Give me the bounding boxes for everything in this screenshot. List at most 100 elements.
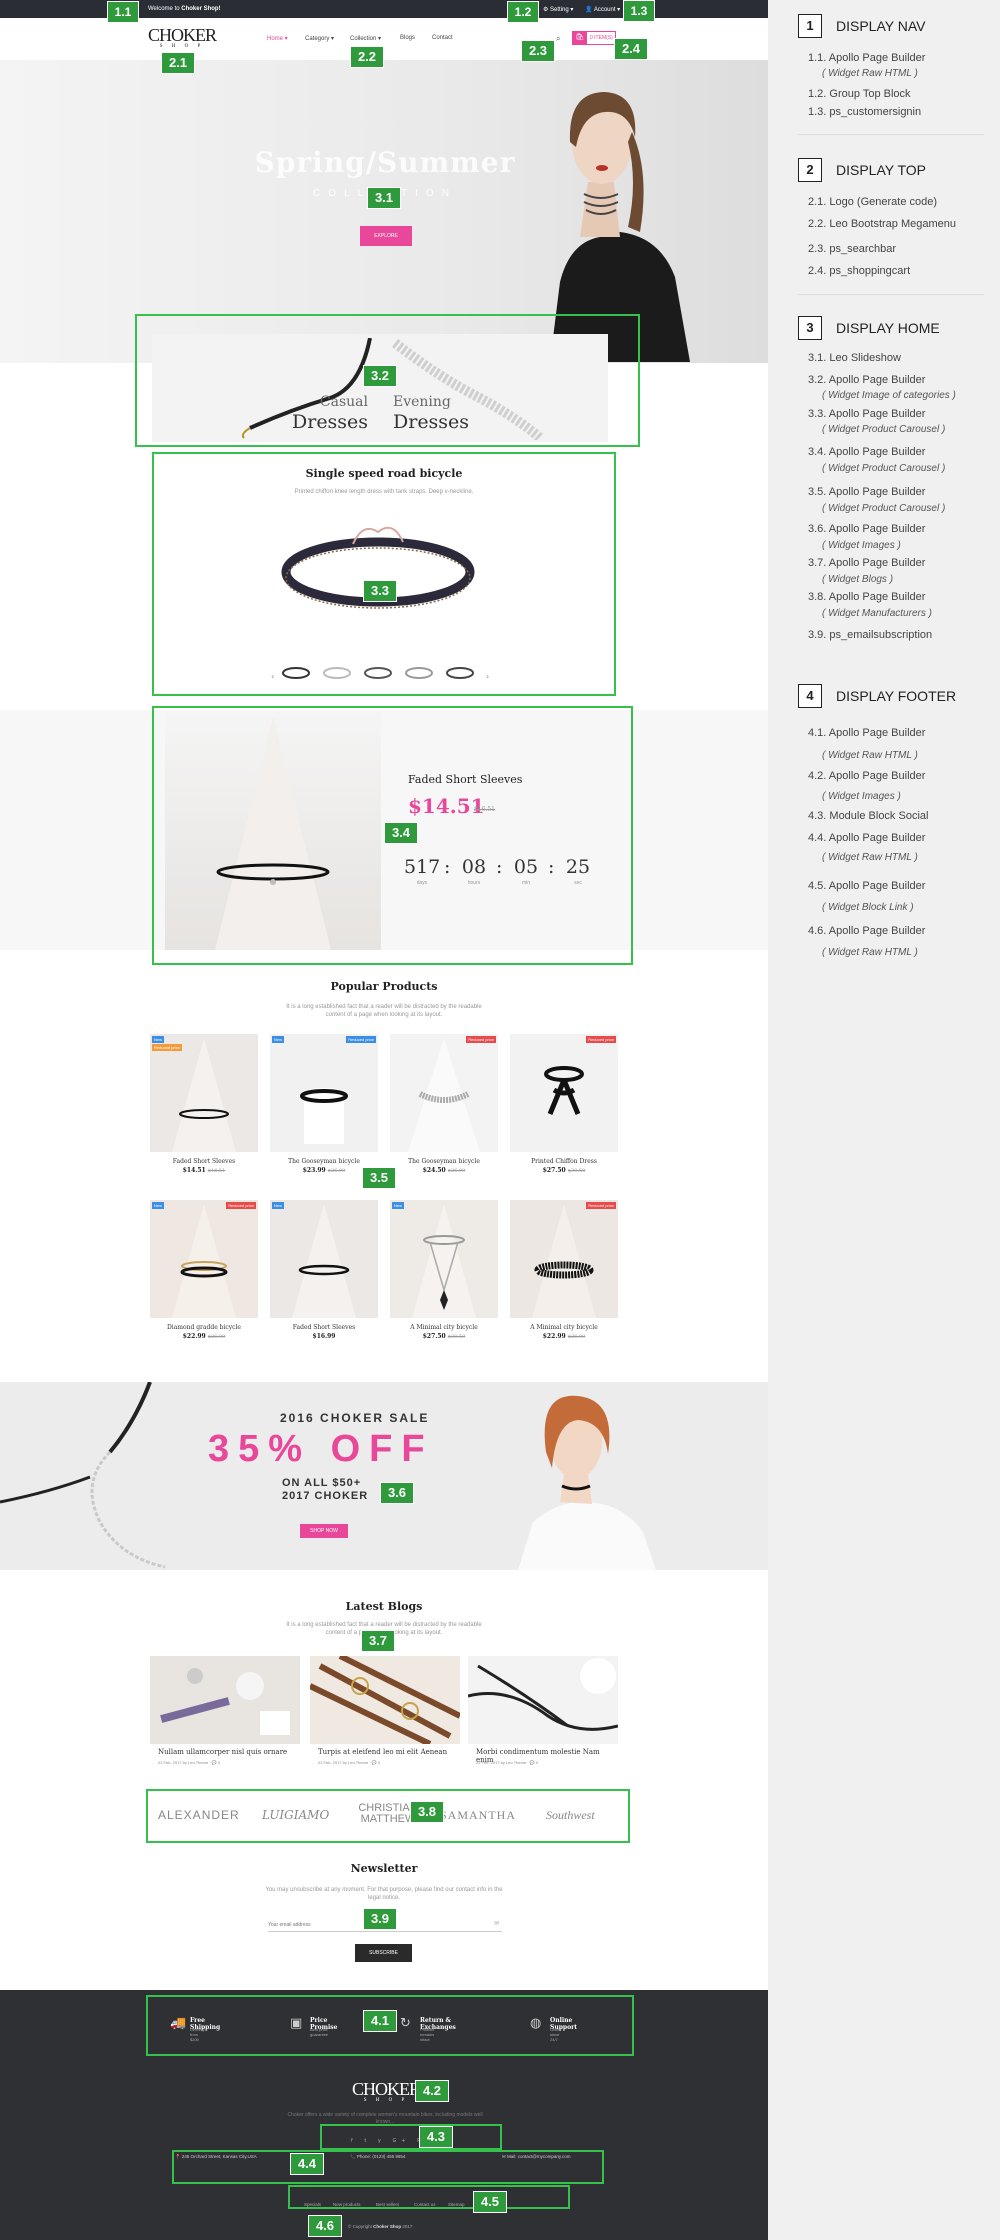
annotation-tag: 4.4 — [290, 2153, 324, 2175]
legend-number: 3 — [798, 316, 822, 340]
copyright: © Copyright Choker Shop 2017 — [348, 2224, 413, 2229]
legend-item: 2.4. ps_shoppingcart — [808, 265, 911, 277]
legend-item: 3.4. Apollo Page Builder — [808, 446, 926, 458]
reduced-badge: Reduced price — [152, 1044, 182, 1051]
blog-card[interactable]: Morbi condimentum molestie Nam enim 22 F… — [468, 1656, 618, 1772]
site-logo[interactable]: CHOKER S H O P — [148, 26, 217, 50]
annotation-tag: 1.3 — [623, 0, 655, 22]
product-name[interactable]: The Gooseyman bicycle — [270, 1158, 378, 1165]
blog-card[interactable]: Turpis at eleifend leo mi elit Aenean 22… — [310, 1656, 460, 1772]
search-icon[interactable]: ⌕ — [556, 34, 560, 44]
annotation-tag: 1.1 — [107, 1, 139, 23]
blog-meta: 22 Feb, 2017 by Leo Theme · 💬 0 — [318, 1760, 381, 1765]
annotation-box-4-3 — [320, 2124, 502, 2150]
annotation-tag: 3.9 — [363, 1908, 397, 1930]
annotation-tag: 3.7 — [361, 1630, 395, 1652]
product-price: $16.99 — [312, 1333, 336, 1340]
product-image[interactable] — [270, 1034, 378, 1152]
legend-item: 1.2. Group Top Block — [808, 88, 911, 100]
legend-subitem: ( Widget Images ) — [822, 791, 901, 802]
annotation-tag: 3.8 — [410, 1801, 444, 1823]
annotation-tag: 4.3 — [419, 2126, 453, 2148]
legend-divider — [798, 294, 984, 295]
legend-item: 4.3. Module Block Social — [808, 810, 929, 822]
blog-title[interactable]: Turpis at eleifend leo mi elit Aenean — [318, 1748, 447, 1756]
subscribe-button[interactable]: SUBSCRIBE — [355, 1944, 412, 1962]
footer-logo[interactable]: CHOKER S H O P — [352, 2080, 421, 2104]
account-dropdown[interactable]: 👤 Account ▾ — [585, 6, 620, 13]
menu-contact[interactable]: Contact — [432, 35, 453, 41]
legend-subitem: ( Widget Product Carousel ) — [822, 503, 946, 514]
legend-panel: 1 DISPLAY NAV 1.1. Apollo Page Builder (… — [768, 0, 1000, 2240]
hero-title: Spring/Summer — [254, 146, 516, 179]
blog-image[interactable] — [310, 1656, 460, 1744]
legend-divider — [798, 134, 984, 135]
annotation-tag: 4.6 — [308, 2215, 342, 2237]
new-badge: New — [152, 1036, 165, 1043]
annotation-tag: 3.4 — [384, 822, 418, 844]
sale-line-1: 2016 CHOKER SALE — [280, 1411, 430, 1425]
blog-image[interactable] — [468, 1656, 618, 1744]
menu-collection[interactable]: Collection ▾ — [350, 35, 381, 42]
product-image[interactable] — [270, 1200, 378, 1318]
product-name[interactable]: A Minimal city bicycle — [510, 1324, 618, 1331]
popular-description-2: content of a page when looking at its la… — [325, 1012, 443, 1018]
legend-subitem: ( Widget Images ) — [822, 540, 901, 551]
annotation-tag: 4.1 — [363, 2010, 397, 2032]
legend-subitem: ( Widget Manufacturers ) — [822, 608, 932, 619]
shop-now-button[interactable]: SHOP NOW — [300, 1524, 348, 1538]
legend-item: 4.2. Apollo Page Builder — [808, 770, 926, 782]
blogs-title: Latest Blogs — [345, 1600, 423, 1613]
legend-item: 4.4. Apollo Page Builder — [808, 832, 926, 844]
blog-card[interactable]: Nullam ullamcorper nisl quis ornare 22 F… — [150, 1656, 300, 1772]
legend-heading: DISPLAY NAV — [836, 18, 926, 34]
sale-model-image — [518, 1395, 656, 1570]
annotation-box-3-8 — [146, 1789, 630, 1843]
product-price: $24.50 $26.99 — [422, 1167, 466, 1174]
product-name[interactable]: Diamond gradde bicycle — [150, 1324, 258, 1331]
product-price: $22.99 $26.99 — [542, 1333, 586, 1340]
menu-blogs[interactable]: Blogs — [400, 35, 415, 41]
annotation-tag: 3.1 — [367, 187, 401, 209]
reduced-badge: Reduced price — [466, 1036, 496, 1043]
legend-subitem: ( Widget Raw HTML ) — [822, 947, 918, 958]
legend-item: 2.1. Logo (Generate code) — [808, 196, 938, 208]
product-name[interactable]: Faded Short Sleeves — [150, 1158, 258, 1165]
menu-category[interactable]: Category ▾ — [305, 35, 334, 42]
legend-subitem: ( Widget Block Link ) — [822, 902, 914, 913]
product-image[interactable] — [390, 1034, 498, 1152]
product-image[interactable] — [150, 1034, 258, 1152]
product-name[interactable]: The Gooseyman bicycle — [390, 1158, 498, 1165]
legend-item: 1.3. ps_customersignin — [808, 106, 922, 118]
product-price: $22.99 $26.99 — [182, 1333, 226, 1340]
blog-title[interactable]: Nullam ullamcorper nisl quis ornare — [158, 1748, 287, 1756]
annotation-tag: 2.4 — [614, 38, 648, 60]
annotation-tag: 3.5 — [362, 1167, 396, 1189]
legend-item: 4.1. Apollo Page Builder — [808, 727, 926, 739]
product-image[interactable] — [510, 1200, 618, 1318]
legend-item: 3.8. Apollo Page Builder — [808, 591, 926, 603]
product-name[interactable]: Faded Short Sleeves — [270, 1324, 378, 1331]
blog-image[interactable] — [150, 1656, 300, 1744]
annotation-tag: 3.6 — [380, 1482, 414, 1504]
product-image[interactable] — [510, 1034, 618, 1152]
product-name[interactable]: A Minimal city bicycle — [390, 1324, 498, 1331]
legend-item: 1.1. Apollo Page Builder — [808, 52, 926, 64]
legend-heading: DISPLAY TOP — [836, 162, 927, 178]
product-name[interactable]: Printed Chiffon Dress — [510, 1158, 618, 1165]
explore-button[interactable]: EXPLORE — [360, 226, 412, 246]
reduced-badge: Reduced price — [226, 1202, 256, 1209]
legend-item: 4.5. Apollo Page Builder — [808, 880, 926, 892]
new-badge: New — [152, 1202, 165, 1209]
legend-subitem: ( Widget Product Carousel ) — [822, 463, 946, 474]
shopping-cart[interactable]: 🛍 0 ITEM(S) — [572, 31, 616, 45]
product-image[interactable] — [390, 1200, 498, 1318]
legend-subitem: ( Widget Raw HTML ) — [822, 750, 918, 761]
legend-subitem: ( Widget Blogs ) — [822, 574, 894, 585]
legend-item: 2.2. Leo Bootstrap Megamenu — [808, 218, 956, 230]
header — [0, 18, 768, 60]
product-image[interactable] — [150, 1200, 258, 1318]
menu-home[interactable]: Home ▾ — [267, 35, 288, 42]
reduced-badge: Reduced price — [346, 1036, 376, 1043]
setting-dropdown[interactable]: ⚙ Setting ▾ — [543, 6, 573, 13]
